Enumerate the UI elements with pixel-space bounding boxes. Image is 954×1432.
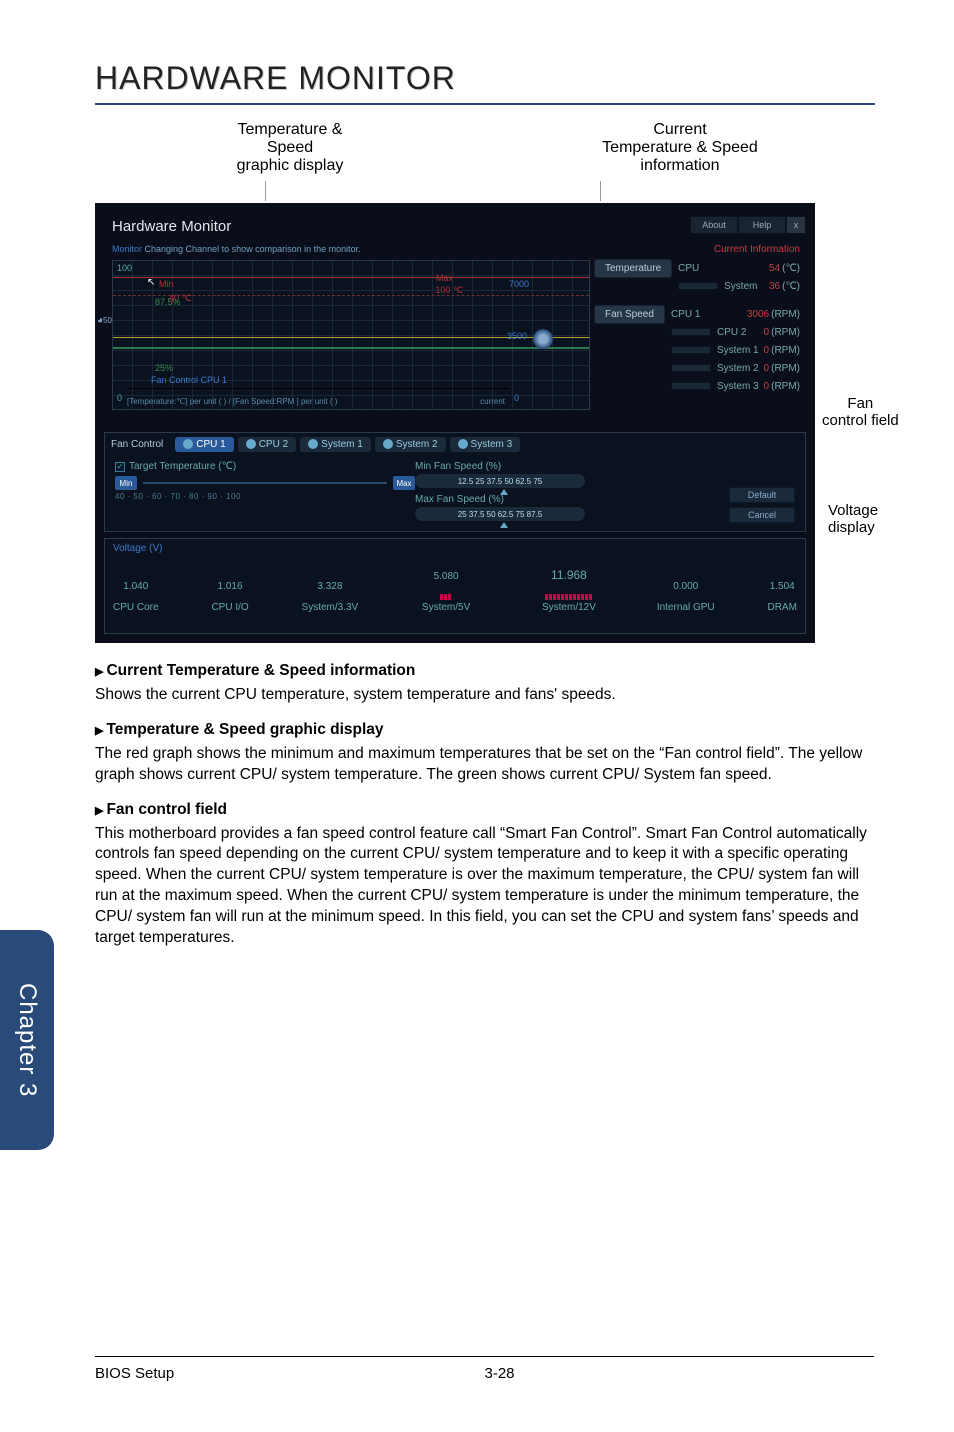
min-fan-scale[interactable]: 12.5 25 37.5 50 62.5 75 <box>415 474 585 488</box>
graph-current-label: current <box>480 397 505 406</box>
voltage-sys-5v: 5.080 System/5V <box>411 571 481 613</box>
side-callout-fan: Fan control field <box>822 395 899 429</box>
callout-row: Temperature & Speed graphic display Curr… <box>95 121 875 175</box>
footer-section: BIOS Setup <box>95 1365 485 1382</box>
about-button[interactable]: About <box>690 216 738 234</box>
paragraph-fancontrol: This motherboard provides a fan speed co… <box>95 824 875 950</box>
rpm-7000: 7000 <box>509 279 529 289</box>
temp-ticks: 40 · 50 · 60 · 70 · 80 · 90 · 100 <box>115 492 415 501</box>
chapter-tab: Chapter 3 <box>0 930 54 1150</box>
page-title: HARDWARE MONITOR <box>95 60 875 105</box>
fan-icon <box>183 439 193 449</box>
cursor-icon: ↖ <box>147 277 159 293</box>
subheader-current: ▶Current Temperature & Speed information <box>95 661 875 682</box>
fan-speed-pill[interactable]: Fan Speed <box>594 305 665 324</box>
bar-icon <box>671 346 711 354</box>
callout-connectors <box>95 179 875 203</box>
close-button[interactable]: x <box>786 216 806 234</box>
graph-max-label: Max <box>436 273 453 283</box>
subheader-tempspeed: ▶Temperature & Speed graphic display <box>95 720 875 741</box>
callout-current-info: Current Temperature & Speed information <box>524 121 836 175</box>
paragraph-tempspeed: The red graph shows the minimum and maxi… <box>95 744 875 786</box>
target-temp-checkbox[interactable]: ✓ Target Temperature (℃) <box>115 461 415 472</box>
footer-page-number: 3-28 <box>485 1365 875 1382</box>
voltage-sys-3v: 3.328 System/3.3V <box>302 581 359 613</box>
bar-icon <box>678 282 718 290</box>
graph-max-temp: 100 ℃ <box>435 285 463 296</box>
info-row-cpu-temp: CPU 54 (℃) <box>678 259 800 277</box>
bar-icon <box>671 382 711 390</box>
info-row-cpu1-fan: CPU 1 3006 (RPM) <box>671 305 800 323</box>
cancel-button[interactable]: Cancel <box>729 507 795 523</box>
max-button[interactable]: Max <box>393 476 415 490</box>
info-row-sys1-fan: System 1 0 (RPM) <box>671 341 800 359</box>
fan-icon <box>458 439 468 449</box>
fan-control-panel: Fan Control CPU 1 CPU 2 System 1 System … <box>104 432 806 532</box>
gauge-icon: ◕50 <box>97 315 115 333</box>
monitor-note: Monitor Changing Channel to show compari… <box>112 244 361 254</box>
hardware-monitor-screenshot: Hardware Monitor About Help x Monitor Ch… <box>95 203 815 643</box>
bar-icon <box>671 328 711 336</box>
y-axis-100: 100 <box>117 263 132 273</box>
voltage-panel: Voltage (V) 1.040 CPU Core 1.016 CPU I/O… <box>104 538 806 634</box>
page-footer: BIOS Setup 3-28 <box>95 1356 874 1382</box>
graph-max-line <box>113 277 589 278</box>
monitor-graph: 100 ◕50 0 ↖ Min 40 ℃ Max 100 ℃ 87.5% 25%… <box>112 260 590 410</box>
temp-slider[interactable]: Min Max <box>115 476 415 490</box>
info-row-system-temp: System 36 (℃) <box>678 277 800 295</box>
voltage-internal-gpu: 0.000 Internal GPU <box>657 581 715 613</box>
info-row-sys3-fan: System 3 0 (RPM) <box>671 377 800 395</box>
voltage-header: Voltage (V) <box>113 543 797 554</box>
graph-fan-line <box>113 347 589 349</box>
tab-system2[interactable]: System 2 <box>375 437 446 452</box>
current-info-header: Current Information <box>594 244 800 255</box>
graph-footer: [Temperature:℃] per unit ( ) / [Fan Spee… <box>127 388 509 406</box>
side-callout-voltage: Voltage display <box>828 502 878 536</box>
graph-pct87: 87.5% <box>155 297 181 307</box>
checkbox-icon: ✓ <box>115 462 125 472</box>
current-info-panel: Current Information Temperature CPU 54 (… <box>594 244 800 395</box>
temperature-pill[interactable]: Temperature <box>594 259 672 278</box>
fan-icon <box>308 439 318 449</box>
paragraph-current: Shows the current CPU temperature, syste… <box>95 685 875 706</box>
tab-system1[interactable]: System 1 <box>300 437 371 452</box>
graph-pct25: 25% <box>155 363 173 373</box>
hwmon-window-title: Hardware Monitor <box>112 218 231 235</box>
chapter-tab-label: Chapter 3 <box>13 983 41 1097</box>
graph-min-label: Min <box>159 279 174 289</box>
fan-icon <box>246 439 256 449</box>
fan-icon <box>383 439 393 449</box>
min-button[interactable]: Min <box>115 476 137 490</box>
graph-fan-cpu-label: Fan Control CPU 1 <box>151 375 227 385</box>
body-text: ▶Current Temperature & Speed information… <box>95 661 875 949</box>
default-button[interactable]: Default <box>729 487 795 503</box>
info-row-sys2-fan: System 2 0 (RPM) <box>671 359 800 377</box>
voltage-cpu-io: 1.016 CPU I/O <box>211 581 248 613</box>
voltage-cpu-core: 1.040 CPU Core <box>113 581 159 613</box>
fan-control-tabs: Fan Control CPU 1 CPU 2 System 1 System … <box>105 433 805 455</box>
voltage-sys-12v: 11.968 System/12V <box>534 568 604 613</box>
voltage-dram: 1.504 DRAM <box>767 581 796 613</box>
max-fan-scale[interactable]: 25 37.5 50 62.5 75 87.5 <box>415 507 585 521</box>
subheader-fancontrol: ▶Fan control field <box>95 800 875 821</box>
tab-cpu1[interactable]: CPU 1 <box>175 437 233 452</box>
rpm-3500: 3500 <box>507 331 527 341</box>
min-fan-label: Min Fan Speed (%) <box>415 461 795 472</box>
tab-system3[interactable]: System 3 <box>450 437 521 452</box>
y-axis-0: 0 <box>117 393 122 403</box>
fan-icon[interactable] <box>533 329 553 349</box>
fan-control-label: Fan Control <box>111 439 163 450</box>
rpm-0: 0 <box>514 393 519 403</box>
hwmon-topbar: About Help x <box>690 216 806 234</box>
tab-cpu2[interactable]: CPU 2 <box>238 437 296 452</box>
callout-temp-speed: Temperature & Speed graphic display <box>134 121 446 175</box>
bar-icon <box>671 364 711 372</box>
help-button[interactable]: Help <box>738 216 786 234</box>
info-row-cpu2-fan: CPU 2 0 (RPM) <box>671 323 800 341</box>
